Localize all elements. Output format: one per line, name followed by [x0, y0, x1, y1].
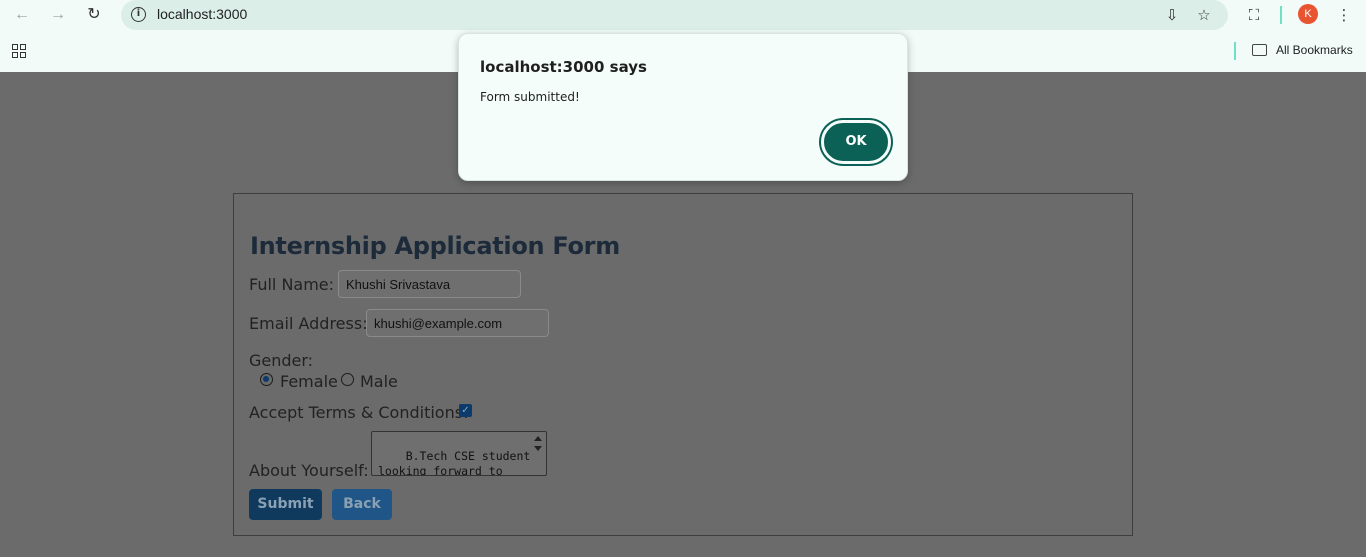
- full-name-input[interactable]: Khushi Srivastava: [338, 270, 521, 298]
- textarea-scrollbar[interactable]: [531, 433, 545, 474]
- scroll-up-icon[interactable]: [534, 436, 542, 441]
- menu-icon[interactable]: ⋮: [1333, 4, 1355, 26]
- email-input[interactable]: khushi@example.com: [366, 309, 549, 337]
- email-label: Email Address:: [249, 314, 368, 333]
- gender-male-radio[interactable]: [341, 373, 354, 386]
- install-app-icon[interactable]: ⇩: [1161, 4, 1183, 26]
- form-title: Internship Application Form: [250, 232, 620, 260]
- dialog-message: Form submitted!: [480, 90, 580, 104]
- toolbar-separator: [1280, 6, 1282, 24]
- back-button[interactable]: Back: [332, 489, 392, 520]
- scroll-down-icon[interactable]: [534, 446, 542, 451]
- back-arrow-icon[interactable]: ←: [11, 4, 33, 26]
- application-form: Internship Application Form Full Name: K…: [233, 193, 1133, 536]
- bookmarks-separator: [1234, 42, 1236, 60]
- gender-label: Gender:: [249, 351, 314, 370]
- submit-button[interactable]: Submit: [249, 489, 322, 520]
- profile-avatar[interactable]: K: [1298, 4, 1318, 24]
- about-textarea[interactable]: B.Tech CSE student looking forward to ga…: [371, 431, 547, 476]
- extensions-icon[interactable]: ⛶: [1243, 4, 1265, 26]
- browser-toolbar: ← → ↻ i localhost:3000 ⇩ ☆ ⛶ K ⋮: [0, 0, 1366, 30]
- gender-male-label: Male: [360, 372, 398, 391]
- ok-button[interactable]: OK: [821, 120, 891, 164]
- folder-icon[interactable]: [1252, 44, 1267, 56]
- terms-checkbox[interactable]: ✓: [459, 404, 472, 417]
- about-text: B.Tech CSE student looking forward to ga…: [378, 449, 531, 476]
- full-name-label: Full Name:: [249, 275, 335, 294]
- dialog-title: localhost:3000 says: [480, 58, 647, 76]
- star-icon[interactable]: ☆: [1193, 4, 1215, 26]
- terms-label: Accept Terms & Conditions:: [249, 403, 469, 422]
- forward-arrow-icon[interactable]: →: [47, 4, 69, 26]
- alert-dialog: localhost:3000 says Form submitted! OK: [458, 33, 908, 181]
- address-bar[interactable]: i localhost:3000: [121, 0, 1228, 30]
- apps-grid-icon[interactable]: [12, 44, 26, 58]
- reload-icon[interactable]: ↻: [83, 4, 105, 26]
- site-info-icon[interactable]: i: [131, 7, 146, 22]
- about-label: About Yourself:: [249, 461, 369, 480]
- all-bookmarks-link[interactable]: All Bookmarks: [1276, 43, 1353, 57]
- gender-female-radio[interactable]: [260, 373, 273, 386]
- gender-female-label: Female: [280, 372, 338, 391]
- url-text[interactable]: localhost:3000: [157, 6, 247, 22]
